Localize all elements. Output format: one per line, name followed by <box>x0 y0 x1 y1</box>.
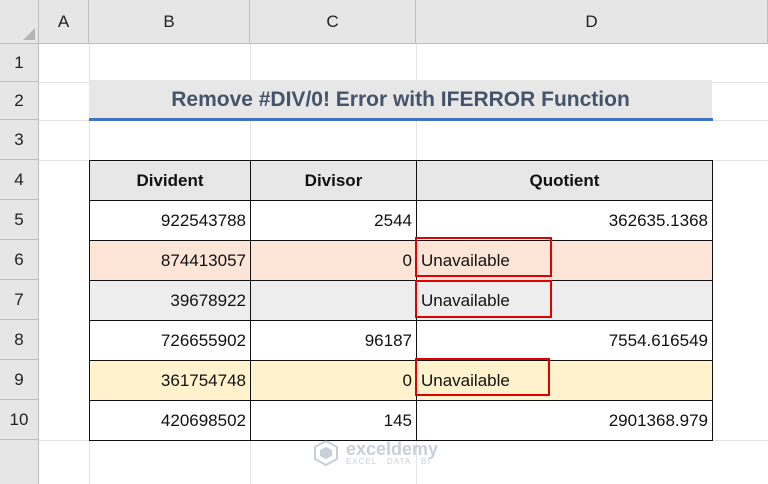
cell-c9[interactable]: 0 <box>250 360 417 401</box>
sheet-title[interactable]: Remove #DIV/0! Error with IFERROR Functi… <box>89 80 712 120</box>
row-header-4[interactable]: 4 <box>0 160 39 200</box>
column-header-a[interactable]: A <box>39 0 89 44</box>
cell-b5[interactable]: 922543788 <box>89 200 251 241</box>
row-header-9[interactable]: 9 <box>0 360 39 400</box>
cell-b7[interactable]: 39678922 <box>89 280 251 321</box>
cell-d5[interactable]: 362635.1368 <box>416 200 713 241</box>
select-all-triangle-icon <box>23 28 35 40</box>
column-header-d[interactable]: D <box>416 0 768 44</box>
cell-b9[interactable]: 361754748 <box>89 360 251 401</box>
row-header-7[interactable]: 7 <box>0 280 39 320</box>
watermark-tagline: EXCEL · DATA · BI <box>346 456 431 466</box>
cell-c8[interactable]: 96187 <box>250 320 417 361</box>
header-divident[interactable]: Divident <box>89 160 251 201</box>
row-header-5[interactable]: 5 <box>0 200 39 240</box>
column-header-b[interactable]: B <box>89 0 250 44</box>
cell-b8[interactable]: 726655902 <box>89 320 251 361</box>
cell-d8[interactable]: 7554.616549 <box>416 320 713 361</box>
error-highlight-box <box>415 280 552 318</box>
error-highlight-box <box>415 358 550 396</box>
cell-b6[interactable]: 874413057 <box>89 240 251 281</box>
error-highlight-box <box>415 237 552 277</box>
watermark: exceldemy EXCEL · DATA · BI <box>312 436 472 470</box>
row-header-1[interactable]: 1 <box>0 44 39 82</box>
cell-b10[interactable]: 420698502 <box>89 400 251 441</box>
cell-c10[interactable]: 145 <box>250 400 417 441</box>
exceldemy-logo-icon <box>314 439 338 467</box>
row-header-3[interactable]: 3 <box>0 120 39 160</box>
row-header-10[interactable]: 10 <box>0 400 39 440</box>
header-quotient[interactable]: Quotient <box>416 160 713 201</box>
row-header-6[interactable]: 6 <box>0 240 39 280</box>
column-header-c[interactable]: C <box>250 0 416 44</box>
select-all-corner[interactable] <box>0 0 39 44</box>
cell-c5[interactable]: 2544 <box>250 200 417 241</box>
row-header-blank <box>0 440 39 484</box>
row-header-2[interactable]: 2 <box>0 82 39 120</box>
cell-d10[interactable]: 2901368.979 <box>416 400 713 441</box>
cell-c7[interactable] <box>250 280 417 321</box>
watermark-name: exceldemy <box>346 438 439 459</box>
row-header-8[interactable]: 8 <box>0 320 39 360</box>
cell-c6[interactable]: 0 <box>250 240 417 281</box>
header-divisor[interactable]: Divisor <box>250 160 417 201</box>
title-underline <box>89 118 713 121</box>
